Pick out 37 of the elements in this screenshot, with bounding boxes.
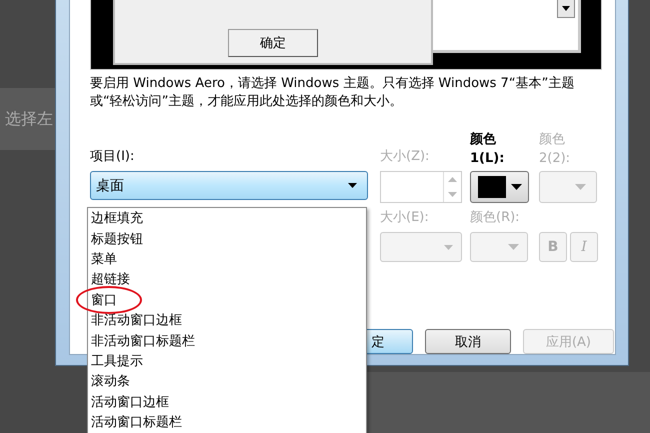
down-arrow-icon <box>448 192 457 197</box>
dropdown-item[interactable]: 非活动窗口边框 <box>91 311 182 330</box>
scroll-down-icon <box>557 0 575 18</box>
caret-icon <box>508 244 519 250</box>
caret-icon <box>511 184 522 190</box>
caret-icon <box>444 244 453 250</box>
item-label: 项目(I): <box>90 148 136 166</box>
size-label: 大小(Z): <box>380 148 430 166</box>
caret-icon <box>348 183 357 188</box>
size-spinner[interactable] <box>380 171 462 203</box>
background-text: 选择左 <box>5 108 53 130</box>
dropdown-item[interactable]: 标题按钮 <box>91 230 143 248</box>
font-color-label: 颜色(R): <box>470 209 521 226</box>
dropdown-item[interactable]: 活动窗口标题栏 <box>91 413 182 432</box>
dialog-button[interactable]: 取消 <box>425 329 511 354</box>
caret-icon <box>575 184 586 190</box>
dropdown-item[interactable]: 边框填充 <box>91 209 143 228</box>
up-arrow-icon <box>448 177 457 182</box>
dropdown-item[interactable]: 菜单 <box>91 250 117 268</box>
font-size-dropdown[interactable] <box>380 232 462 262</box>
font-size-label: 大小(E): <box>380 209 430 226</box>
color-label: 颜色 <box>470 130 497 149</box>
dropdown-item[interactable]: 工具提示 <box>91 352 143 370</box>
color-label: 颜色 <box>539 131 566 149</box>
description-text: 要启用 Windows Aero，请选择 Windows 主题。只有选择 Windows 7“基本”主题或“轻松访问”主题，才能应用此处选择的颜色和大小。 <box>90 75 576 111</box>
dropdown-item[interactable]: 非活动窗口标题栏 <box>91 332 195 350</box>
dropdown-item[interactable]: 滚动条 <box>91 372 130 390</box>
dropdown-item[interactable]: 超链接 <box>91 270 130 288</box>
color-label: 2(2): <box>539 150 572 168</box>
color-label: 1(L): <box>470 150 506 168</box>
color-picker-button[interactable] <box>470 171 529 203</box>
dropdown-item[interactable]: 活动窗口边框 <box>91 392 169 411</box>
dropdown-value: 桌面 <box>96 176 124 194</box>
item-dropdown[interactable]: 桌面 <box>90 171 368 200</box>
dropdown-item[interactable]: 窗口 <box>91 290 117 309</box>
preview-ok-button[interactable]: 确定 <box>228 29 318 57</box>
font-color-dropdown[interactable] <box>470 232 528 262</box>
